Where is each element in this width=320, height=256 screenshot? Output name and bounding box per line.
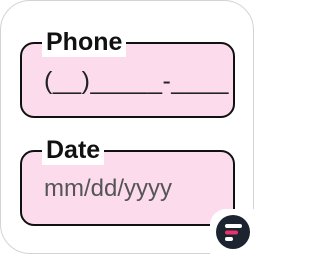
brand-logo-icon: [216, 215, 250, 249]
date-placeholder[interactable]: mm/dd/yyyy: [44, 174, 172, 204]
phone-field[interactable]: Phone (__)_____-____: [20, 27, 235, 118]
phone-label: Phone: [42, 27, 127, 57]
date-field[interactable]: Date mm/dd/yyyy: [20, 135, 235, 226]
brand-badge: [210, 209, 256, 256]
date-label: Date: [42, 135, 105, 165]
phone-mask-value[interactable]: (__)_____-____: [44, 66, 229, 96]
